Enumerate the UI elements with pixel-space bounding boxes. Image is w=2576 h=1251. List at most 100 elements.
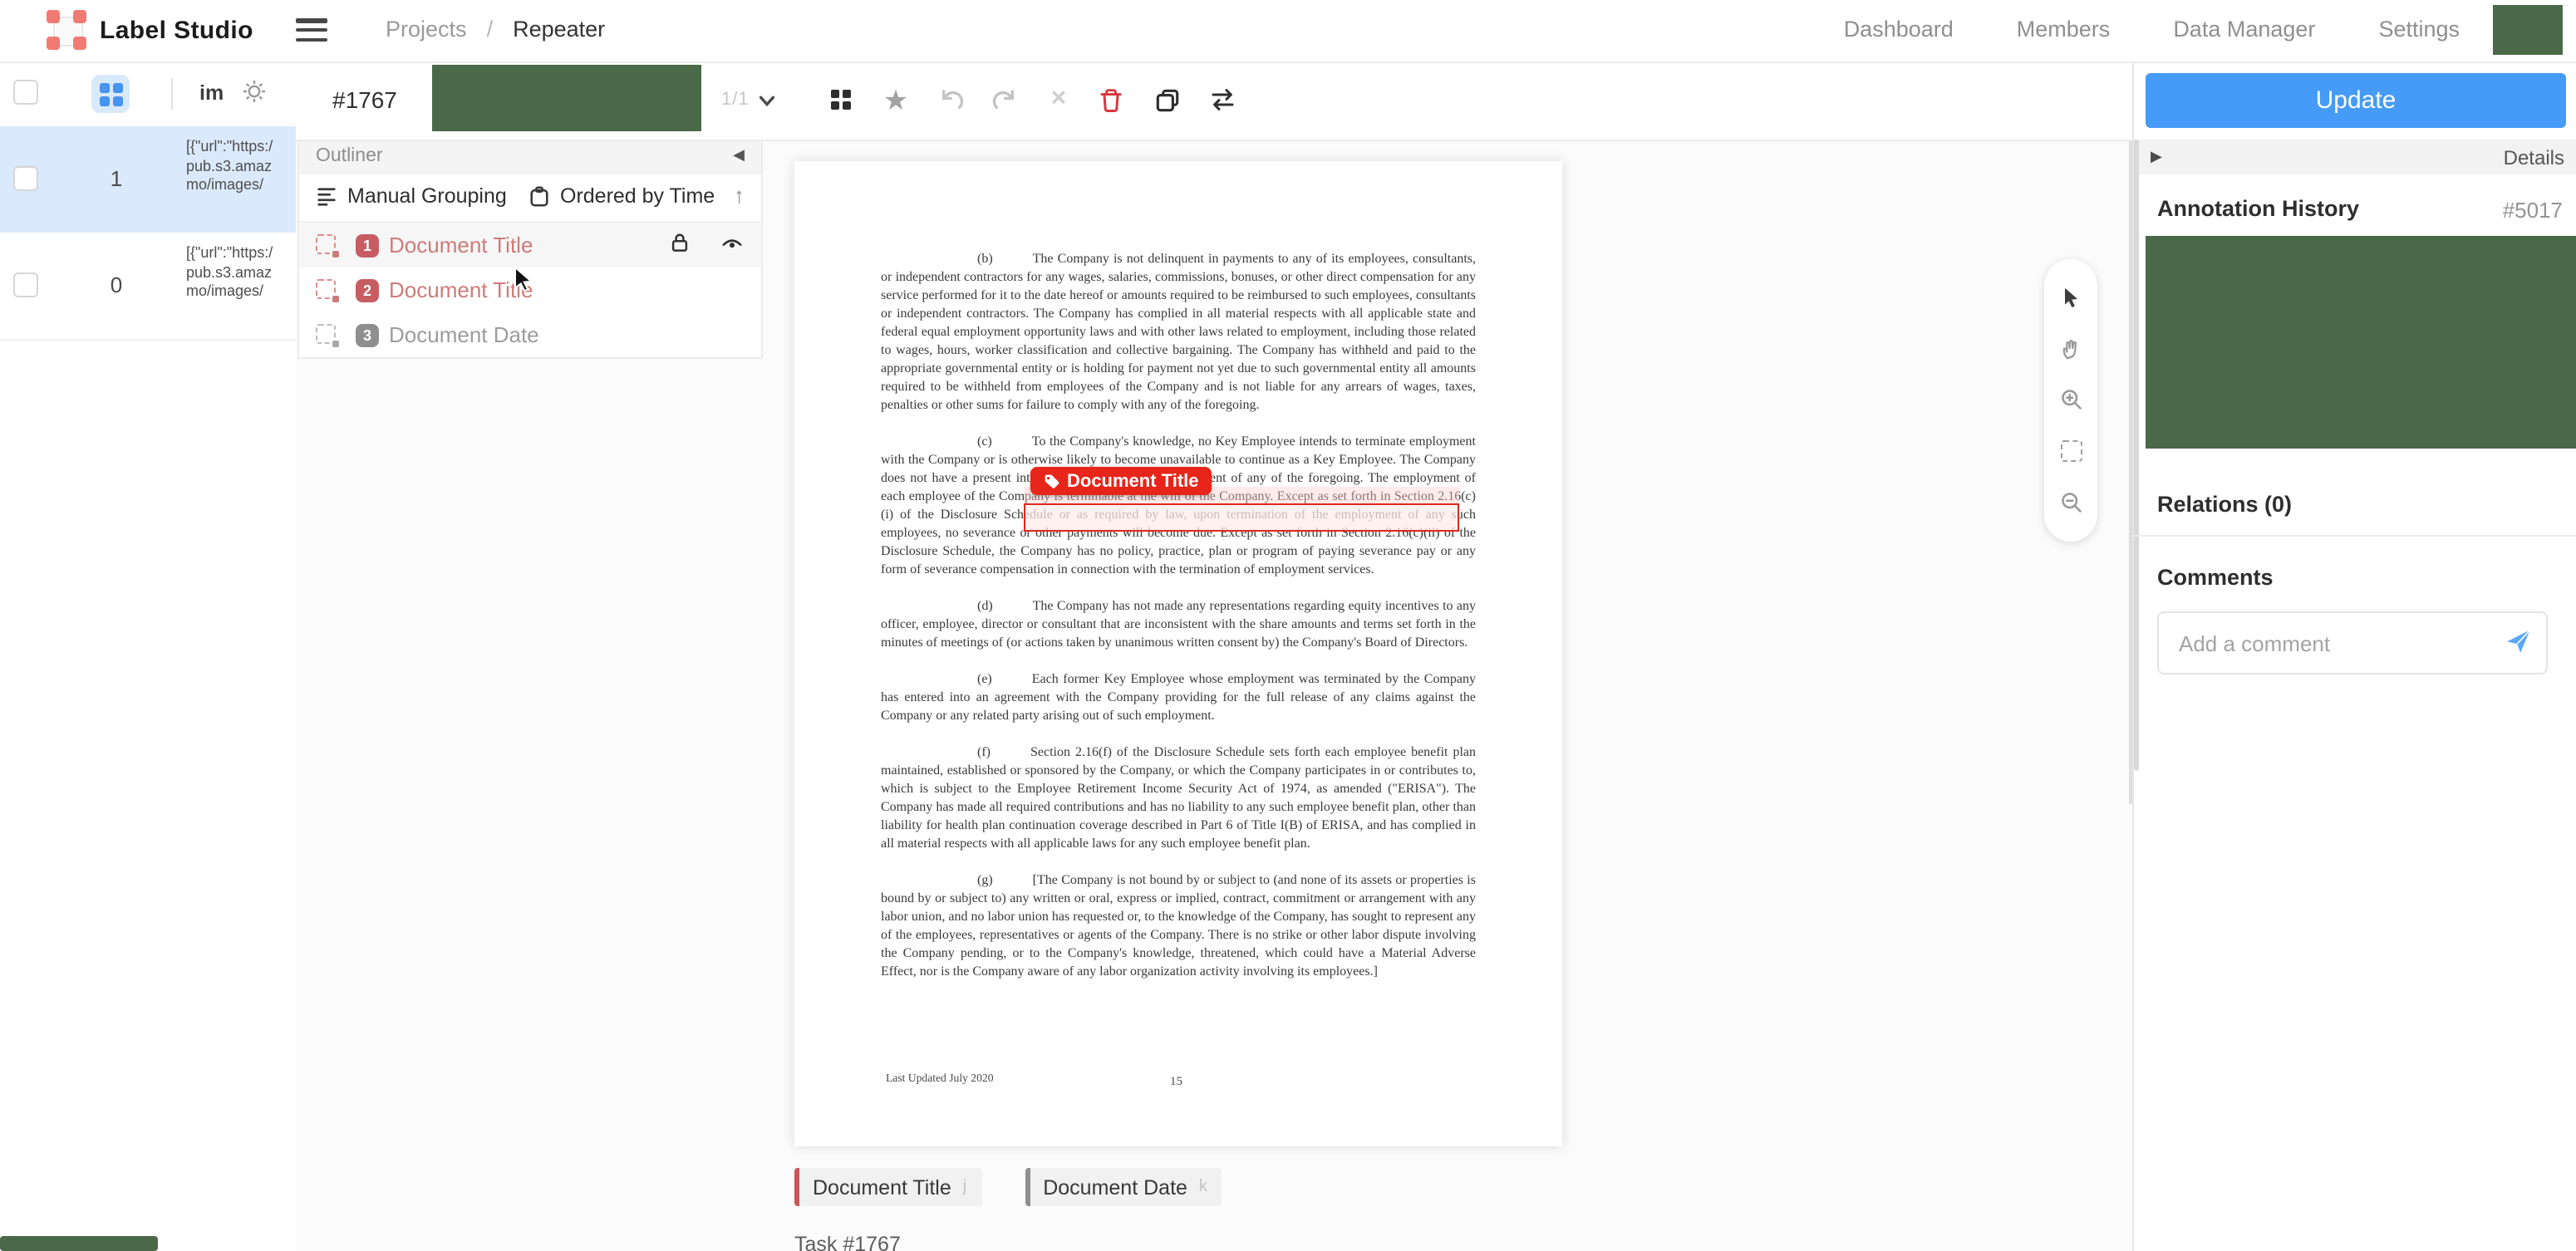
annotator-info-redacted (432, 65, 701, 131)
grouping-selector[interactable]: Manual Grouping (316, 184, 507, 208)
fit-to-screen-tool-icon[interactable] (2054, 435, 2087, 469)
paragraph-g: (g)[The Company is not bound by or subje… (881, 871, 1476, 980)
annotation-id: #5017 (2503, 198, 2563, 223)
region-item-3[interactable]: 3 Document Date (299, 312, 761, 357)
canvas-tool-bar (2044, 259, 2097, 542)
breadcrumb-projects[interactable]: Projects (386, 17, 467, 42)
label-controls: Document Title j Document Date k (794, 1168, 1222, 1206)
label-studio-app: Label Studio Projects / Repeater Dashboa… (0, 0, 2576, 1251)
task-id-label: #1767 (332, 86, 397, 113)
transfer-settings-icon[interactable] (1203, 80, 1243, 120)
outliner-header: Outliner ◀ (299, 140, 761, 174)
label-color-bar (794, 1168, 799, 1206)
paragraph-f: (f)Section 2.16(f) of the Disclosure Sch… (881, 743, 1476, 852)
chevron-down-icon[interactable] (756, 90, 778, 111)
label-document-date[interactable]: Document Date k (1025, 1168, 1222, 1206)
details-panel-scrollbar[interactable] (2134, 140, 2139, 771)
brand-title: Label Studio (100, 17, 253, 45)
rectangle-region-icon (316, 279, 336, 299)
panel-divider (2134, 535, 2576, 537)
column-divider (171, 78, 173, 110)
rectangle-region-icon (316, 234, 336, 254)
region-item-1[interactable]: 1 Document Title (299, 223, 761, 267)
paragraph-e: (e)Each former Key Employee whose employ… (881, 670, 1476, 724)
send-comment-icon[interactable] (2505, 628, 2533, 655)
ground-truth-star-icon[interactable]: ★ (876, 80, 916, 120)
lock-region-icon[interactable] (668, 231, 691, 254)
document-page-number: 15 (1170, 1073, 1182, 1088)
outliner-controls: Manual Grouping Ordered by Time ↑ (299, 174, 761, 223)
annotation-pager: 1/1 (721, 90, 750, 110)
delete-annotation-trash-icon[interactable] (1090, 80, 1130, 120)
task-row-checkbox[interactable] (13, 166, 38, 191)
zoom-out-tool-icon[interactable] (2054, 486, 2087, 519)
selected-region-rectangle[interactable] (1024, 503, 1459, 532)
collapse-panel-icon[interactable]: ◀ (733, 146, 745, 164)
outliner-panel: Outliner ◀ Manual Grouping Ordered by Ti… (297, 140, 763, 359)
nav-members[interactable]: Members (2017, 17, 2111, 42)
document-text: (b)The Company is not delinquent in paym… (881, 249, 1476, 998)
paragraph-b: (b)The Company is not delinquent in paym… (881, 249, 1476, 414)
region-label: Document Title (389, 233, 533, 258)
task-list-sidebar: im 1 [{"url":"https:/ pub.s3.amaz mo/ima… (0, 61, 297, 1251)
task-row-2[interactable]: 0 [{"url":"https:/ pub.s3.amaz mo/images… (0, 233, 296, 341)
completed-column-icon[interactable] (91, 75, 130, 113)
user-avatar-redacted[interactable] (2493, 5, 2563, 55)
expand-panel-icon[interactable]: ▶ (2151, 148, 2162, 166)
redo-icon[interactable] (984, 80, 1024, 120)
ordering-selector[interactable]: Ordered by Time (528, 184, 715, 208)
comment-input[interactable] (2175, 613, 2490, 673)
sidebar-bottom-redacted (0, 1236, 158, 1251)
region-label: Document Date (389, 322, 539, 347)
annotation-history-title: Annotation History (2157, 196, 2359, 221)
region-item-2[interactable]: 2 Document Title (299, 267, 761, 312)
zoom-in-tool-icon[interactable] (2054, 384, 2087, 417)
view-all-annotations-grid-icon[interactable] (821, 80, 861, 120)
nav-settings[interactable]: Settings (2378, 17, 2460, 42)
label-studio-logo-icon[interactable] (47, 10, 86, 50)
update-button[interactable]: Update (2146, 73, 2566, 128)
reset-annotation-icon[interactable]: × (1039, 80, 1079, 120)
task-list-header: im (0, 61, 296, 128)
region-index-badge: 3 (356, 324, 379, 347)
column-settings-gear-icon[interactable] (241, 78, 268, 105)
nav-data-manager[interactable]: Data Manager (2173, 17, 2315, 42)
document-image-canvas[interactable]: (b)The Company is not delinquent in paym… (794, 161, 1562, 1146)
task-row-1[interactable]: 1 [{"url":"https:/ pub.s3.amaz mo/images… (0, 126, 296, 234)
grouping-list-icon (316, 185, 337, 207)
nav-dashboard[interactable]: Dashboard (1844, 17, 1954, 42)
breadcrumb: Projects / Repeater (386, 17, 605, 42)
menu-icon[interactable] (296, 18, 327, 43)
task-row-checkbox[interactable] (13, 272, 38, 297)
sort-direction-up-icon[interactable]: ↑ (734, 183, 745, 208)
paragraph-d: (d)The Company has not made any represen… (881, 596, 1476, 651)
task-data-preview: [{"url":"https:/ pub.s3.amaz mo/images/ (186, 138, 296, 221)
breadcrumb-current-project: Repeater (513, 17, 605, 42)
document-footer-note: Last Updated July 2020 (886, 1073, 994, 1085)
rectangle-region-icon (316, 324, 336, 344)
comment-input-container (2157, 611, 2548, 675)
pointer-tool-icon[interactable] (2054, 282, 2087, 315)
image-column-header[interactable]: im (199, 81, 224, 105)
hide-region-eye-icon[interactable] (720, 231, 745, 254)
ordering-label: Ordered by Time (560, 184, 715, 208)
relations-title: Relations (0) (2157, 492, 2292, 517)
region-label-tag[interactable]: Document Title (1030, 467, 1212, 495)
undo-icon[interactable] (931, 80, 971, 120)
labeling-workspace: Outliner ◀ Manual Grouping Ordered by Ti… (296, 140, 2132, 1251)
label-document-title[interactable]: Document Title j (794, 1168, 981, 1206)
annotation-toolbar: #1767 1/1 ★ × (296, 61, 2132, 141)
label-hotkey: k (1199, 1178, 1207, 1196)
tag-icon (1044, 473, 1060, 489)
pan-hand-tool-icon[interactable] (2054, 332, 2087, 365)
outliner-title: Outliner (316, 146, 383, 166)
label-hotkey: j (963, 1178, 966, 1196)
task-reference: Task #1767 (794, 1233, 901, 1251)
comments-title: Comments (2157, 565, 2274, 590)
duplicate-annotation-icon[interactable] (1147, 80, 1187, 120)
breadcrumb-separator: / (487, 17, 494, 42)
select-all-checkbox[interactable] (13, 80, 38, 105)
task-data-preview: [{"url":"https:/ pub.s3.amaz mo/images/ (186, 244, 296, 327)
top-nav: Label Studio Projects / Repeater Dashboa… (0, 0, 2576, 63)
details-header: ▶ Details (2134, 140, 2576, 174)
